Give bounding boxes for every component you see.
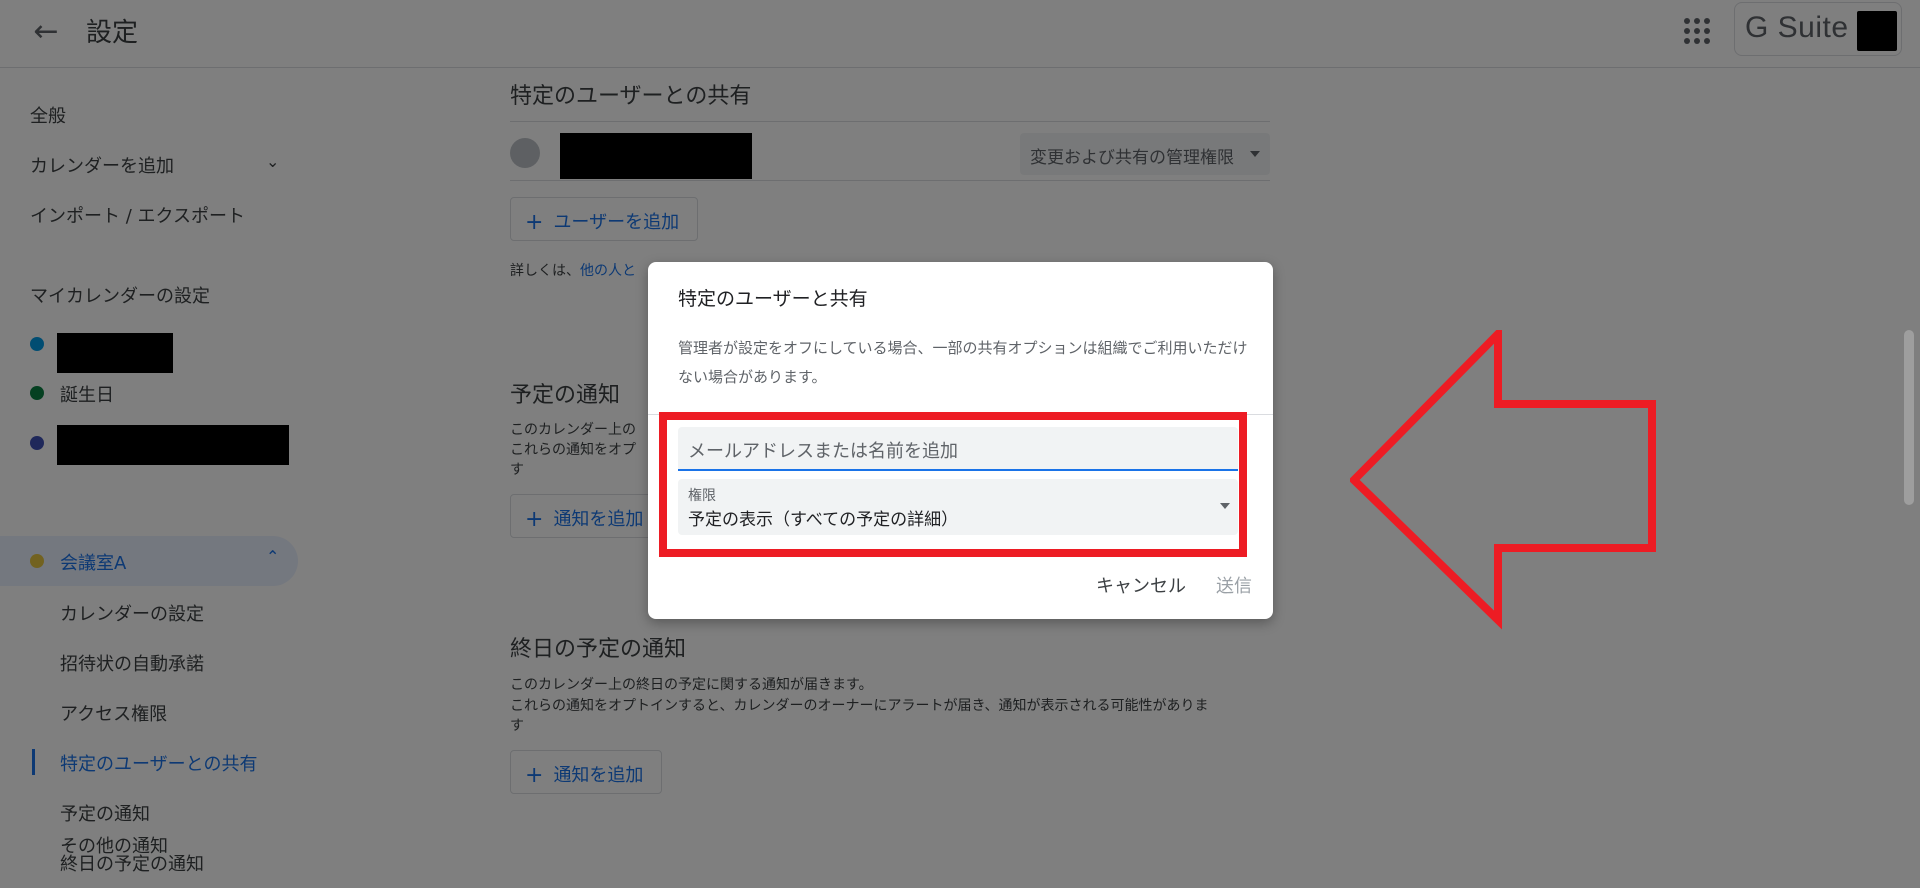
dialog-title: 特定のユーザーと共有 [678, 288, 868, 310]
red-highlight-box [659, 412, 1247, 557]
dialog-admin-note: 管理者が設定をオフにしている場合、一部の共有オプションは組織でご利用いただけない… [678, 339, 1248, 386]
red-arrow-left-icon [1350, 330, 1656, 630]
cancel-button[interactable]: キャンセル [1096, 572, 1186, 598]
scrollbar[interactable] [1904, 330, 1914, 505]
send-button[interactable]: 送信 [1216, 572, 1252, 598]
